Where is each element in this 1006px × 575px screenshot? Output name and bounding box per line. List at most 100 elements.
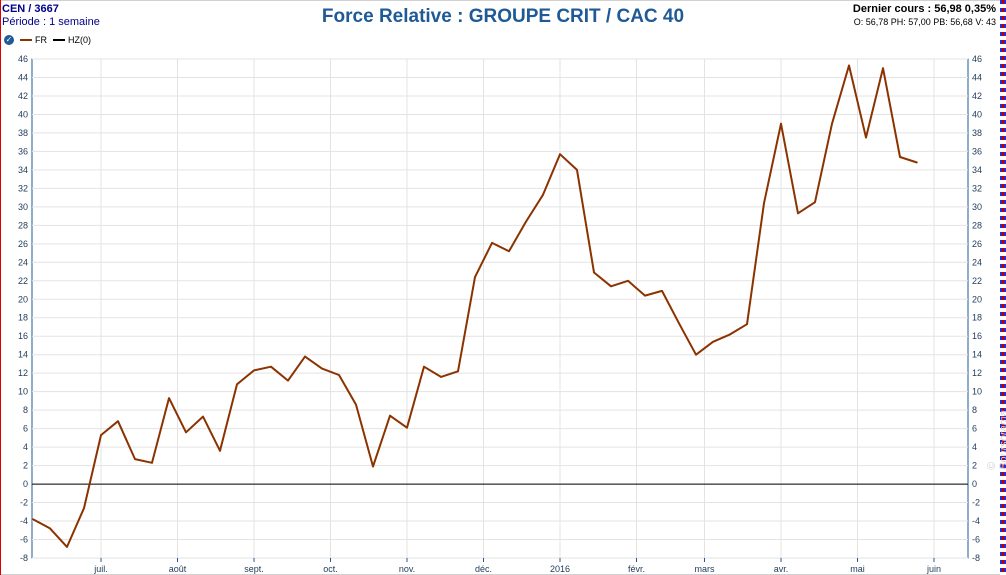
y-tick-label-left: 28 xyxy=(18,220,28,230)
data-point xyxy=(678,322,680,325)
y-tick-label-left: 10 xyxy=(18,387,28,397)
data-point xyxy=(219,450,221,452)
y-tick-label-right: 26 xyxy=(972,239,982,249)
y-tick-label-left: 32 xyxy=(18,183,28,193)
y-tick-label-left: 22 xyxy=(18,276,28,286)
y-tick-label-right: 8 xyxy=(972,405,977,415)
y-tick-label-right: 30 xyxy=(972,202,982,212)
data-point xyxy=(168,397,170,399)
data-point xyxy=(406,426,408,429)
y-tick-label-left: 24 xyxy=(18,257,28,267)
data-point xyxy=(49,527,51,530)
data-point xyxy=(151,462,153,464)
data-point xyxy=(797,212,799,215)
data-point xyxy=(712,340,714,343)
data-point xyxy=(814,201,816,204)
data-point xyxy=(440,376,442,378)
data-point xyxy=(236,383,238,386)
x-tick-label: déc. xyxy=(475,564,492,574)
y-tick-label-right: 34 xyxy=(972,165,982,175)
data-point xyxy=(882,67,884,70)
x-tick-label: févr. xyxy=(628,564,645,574)
y-tick-label-right: 36 xyxy=(972,146,982,156)
x-tick-label: sept. xyxy=(244,564,264,574)
y-tick-label-left: 2 xyxy=(23,461,28,471)
y-tick-label-left: -6 xyxy=(20,535,28,545)
data-point xyxy=(644,294,646,297)
data-point xyxy=(593,271,595,274)
y-tick-label-left: 26 xyxy=(18,239,28,249)
y-tick-label-left: 14 xyxy=(18,350,28,360)
y-tick-label-right: -6 xyxy=(972,535,980,545)
y-tick-label-right: 2 xyxy=(972,461,977,471)
y-tick-label-right: -2 xyxy=(972,498,980,508)
x-tick-label: nov. xyxy=(399,564,415,574)
data-point xyxy=(32,518,34,520)
data-point xyxy=(899,156,901,158)
data-point xyxy=(542,194,544,196)
data-point xyxy=(474,276,476,278)
y-tick-label-right: 16 xyxy=(972,331,982,341)
x-tick-label: juin xyxy=(926,564,941,574)
data-point xyxy=(355,403,357,406)
data-point xyxy=(338,374,340,376)
y-tick-label-right: 6 xyxy=(972,424,977,434)
y-tick-label-left: 0 xyxy=(23,479,28,489)
y-tick-label-right: 42 xyxy=(972,91,982,101)
data-point xyxy=(610,285,612,288)
data-point xyxy=(831,122,833,125)
y-tick-label-right: 46 xyxy=(972,54,982,64)
y-tick-label-left: 36 xyxy=(18,146,28,156)
y-tick-label-left: 38 xyxy=(18,128,28,138)
y-tick-label-right: -4 xyxy=(972,516,980,526)
y-tick-label-left: 16 xyxy=(18,331,28,341)
data-point xyxy=(253,369,255,372)
y-tick-label-right: 40 xyxy=(972,109,982,119)
y-tick-label-right: 32 xyxy=(972,183,982,193)
y-tick-label-left: 8 xyxy=(23,405,28,415)
y-tick-label-left: 34 xyxy=(18,165,28,175)
y-tick-label-right: 10 xyxy=(972,387,982,397)
data-point xyxy=(627,279,629,282)
x-tick-label: mars xyxy=(695,564,715,574)
data-point xyxy=(117,420,119,423)
y-tick-label-left: 4 xyxy=(23,442,28,452)
data-point xyxy=(457,370,459,373)
y-tick-label-right: 28 xyxy=(972,220,982,230)
x-tick-label: oct. xyxy=(323,564,338,574)
data-point xyxy=(848,64,850,67)
data-point xyxy=(287,379,289,382)
y-tick-label-right: 24 xyxy=(972,257,982,267)
data-point xyxy=(763,202,765,204)
y-tick-label-left: -8 xyxy=(20,553,28,563)
x-tick-label: août xyxy=(169,564,187,574)
data-point xyxy=(746,323,748,326)
chart-svg: -8 -8-6 -6-4 -4-2 -20 02 24 46 68 810 1012 1214 1416… xyxy=(18,54,982,574)
data-point xyxy=(389,414,391,417)
y-tick-label-right: 18 xyxy=(972,313,982,323)
data-point xyxy=(729,333,731,336)
y-tick-label-left: 20 xyxy=(18,294,28,304)
data-point xyxy=(508,250,510,253)
y-tick-label-left: 42 xyxy=(18,91,28,101)
y-tick-label-right: 22 xyxy=(972,276,982,286)
data-point xyxy=(100,434,102,436)
x-tick-label: 2016 xyxy=(550,564,570,574)
y-tick-label-left: 18 xyxy=(18,313,28,323)
x-tick-label: avr. xyxy=(774,564,789,574)
data-point xyxy=(185,431,187,434)
y-tick-label-left: 44 xyxy=(18,72,28,82)
data-point xyxy=(372,465,374,468)
data-point xyxy=(661,290,663,292)
y-tick-label-left: -2 xyxy=(20,498,28,508)
y-tick-label-left: 6 xyxy=(23,424,28,434)
y-tick-label-right: 0 xyxy=(972,479,977,489)
data-point xyxy=(491,242,493,244)
data-point xyxy=(865,136,867,139)
y-tick-label-left: 46 xyxy=(18,54,28,64)
data-point xyxy=(423,365,425,368)
data-point xyxy=(321,367,323,370)
y-tick-label-left: 12 xyxy=(18,368,28,378)
plot-area xyxy=(31,58,969,559)
y-tick-label-right: 20 xyxy=(972,294,982,304)
